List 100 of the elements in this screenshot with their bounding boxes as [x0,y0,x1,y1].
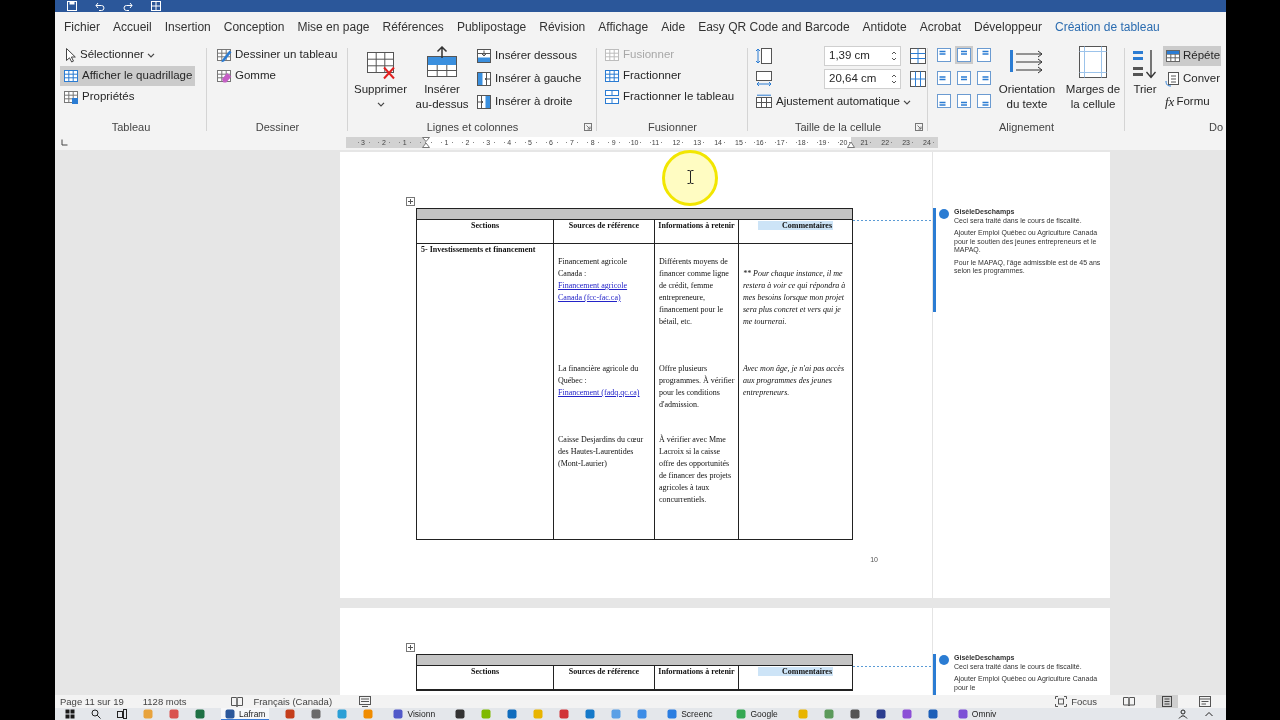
properties-button[interactable]: Propriétés [60,87,138,107]
app-tile-button[interactable] [559,708,570,720]
ribbon-tab[interactable]: Références [382,19,444,35]
page-icon [1161,696,1173,707]
grid-icon [755,94,773,110]
cursor-icon [63,47,77,63]
word-count[interactable]: 1128 mots [142,696,187,707]
app-tile-button[interactable] [901,708,912,720]
autofit-button[interactable]: Ajustement automatique [752,92,915,112]
app-tile-button[interactable] [507,708,518,720]
taskbar-app-button[interactable]: Omniv [953,708,1001,720]
ribbon-tab[interactable]: Révision [539,19,586,35]
app-tile-button[interactable] [169,708,179,720]
ribbon-tab[interactable]: Publipostage [456,19,527,35]
app-tile-button[interactable] [797,708,808,720]
app-tile-button[interactable] [363,708,374,720]
align-button[interactable] [975,69,993,87]
align-button[interactable] [975,92,993,110]
align-button[interactable] [955,69,973,87]
app-tile-icon [957,709,968,719]
text-direction-button[interactable]: Orientation du texte [993,42,1061,120]
ribbon-tab[interactable]: Acrobat [919,19,961,35]
app-tile-button[interactable] [337,708,348,720]
app-tile-button[interactable] [195,708,205,720]
taskbar-app-button[interactable]: Screenc [663,708,717,720]
ribbon-tab[interactable]: Insertion [164,19,211,35]
windows-logo-button[interactable] [65,708,75,720]
split-table-button[interactable]: Fractionner le tableau [601,87,738,107]
focus-frame-icon [1055,696,1068,707]
column-width-field[interactable]: 20,64 cm [824,69,901,89]
dialog-launcher-icon [584,123,592,131]
formula-button[interactable]: fx Formu [1163,92,1211,112]
tab-stop-icon [60,138,68,147]
person-button[interactable] [1178,708,1188,720]
insert-column-left-icon [476,71,493,87]
align-button[interactable] [935,69,953,87]
ribbon-tab[interactable]: Easy QR Code and Barcode [698,19,850,35]
app-tile-icon [849,709,860,719]
align-button[interactable] [955,92,973,110]
ribbon-tab[interactable]: Fichier [64,19,100,35]
width-arrow-icon [755,70,773,88]
taskbar-app-button[interactable]: Lafram [221,708,270,720]
app-tile-button[interactable] [875,708,886,720]
repeat-header-button[interactable]: Répéte [1163,46,1222,66]
app-tile-button[interactable] [849,708,860,720]
app-tile-button[interactable] [481,708,492,720]
app-tile-button[interactable] [637,708,648,720]
view-button[interactable] [1156,695,1178,708]
draw-table-button[interactable]: Dessiner un tableau [213,45,341,65]
taskbar-app-button[interactable]: Visionn [389,708,440,720]
app-tile-button[interactable] [533,708,544,720]
section-title: 5- Investissements et financement [421,244,537,256]
app-tile-button[interactable] [823,708,834,720]
ribbon-tab[interactable]: Antidote [862,19,907,35]
app-tile-button[interactable] [143,708,153,720]
source-link[interactable]: Financement agricole Canada (fcc-fac.ca) [558,280,651,304]
insert-column-right-icon [476,94,493,110]
gridlines-button[interactable]: Afficher le quadrillage [60,66,196,86]
distribute-rows-button[interactable] [909,47,927,65]
app-tile-button[interactable] [927,708,938,720]
row-height-field[interactable]: 1,39 cm [824,46,901,66]
cell-margins-button[interactable]: Marges de la cellule [1061,42,1125,120]
ribbon-tab[interactable]: Affichage [598,19,649,35]
insert-right-button[interactable]: Insérer à droite [473,92,576,112]
align-button[interactable] [975,46,993,64]
page-counter[interactable]: Page 11 sur 19 [60,696,124,707]
distribute-columns-button[interactable] [909,70,927,88]
app-tile-button[interactable] [455,708,466,720]
app-tile-button[interactable] [311,708,322,720]
ribbon-tab[interactable]: Développeur [974,19,1043,35]
align-button[interactable] [935,92,953,110]
language-status[interactable]: Français (Canada) [253,696,333,707]
search-button[interactable] [91,708,101,720]
eraser-button[interactable]: Gomme [213,66,279,86]
taskbar-app-button[interactable]: Google [732,708,782,720]
app-tile-button[interactable] [611,708,622,720]
focus-button[interactable]: Focus [1050,695,1102,708]
pencil-grid-icon [216,47,232,63]
insert-left-button[interactable]: Insérer à gauche [473,69,585,89]
source-link[interactable]: Financement (fadq.qc.ca) [558,387,651,399]
app-tile-button[interactable] [285,708,296,720]
chevron-up-icon [1204,709,1214,719]
ribbon-tab[interactable]: Mise en page [297,19,370,35]
insert-below-button[interactable]: Insérer dessous [473,46,580,66]
convert-button[interactable]: Conver [1163,69,1222,89]
split-cells-button[interactable]: Fractionner [601,66,685,86]
app-tile-button[interactable] [585,708,596,720]
align-button[interactable] [935,46,953,64]
sort-button[interactable]: Trier [1128,42,1162,120]
insert-above-button[interactable]: Insérer au-dessus [413,42,472,120]
app-tile-icon [169,709,179,719]
ribbon-tab[interactable]: Création de tableau [1055,19,1160,35]
task-view-button[interactable] [117,708,127,720]
ribbon-tab[interactable]: Aide [661,19,686,35]
delete-button[interactable]: Supprimer [352,42,410,120]
align-button[interactable] [955,46,973,64]
ribbon-tab[interactable]: Conception [223,19,285,35]
select-button[interactable]: Sélectionner [60,45,158,65]
ribbon-tab[interactable]: Accueil [113,19,152,35]
app-tile-icon [337,709,348,719]
